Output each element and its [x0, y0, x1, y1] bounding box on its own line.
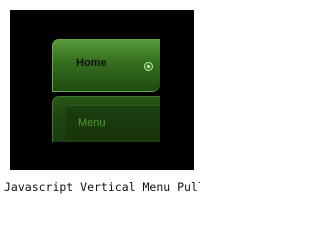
thumbnail-caption[interactable]: Javascript Vertical Menu Pull ... — [4, 176, 200, 198]
menu-preview-frame: Home Menu — [10, 10, 194, 170]
menu-item-menu-inner: Menu — [66, 105, 160, 140]
menu-item-home[interactable]: Home — [52, 39, 160, 92]
menu-item-menu[interactable]: Menu — [52, 96, 160, 142]
menu-item-home-label: Home — [76, 57, 107, 69]
radio-dot-icon — [144, 62, 153, 71]
vertical-menu: Home Menu — [52, 39, 160, 142]
menu-item-menu-label: Menu — [78, 117, 106, 129]
